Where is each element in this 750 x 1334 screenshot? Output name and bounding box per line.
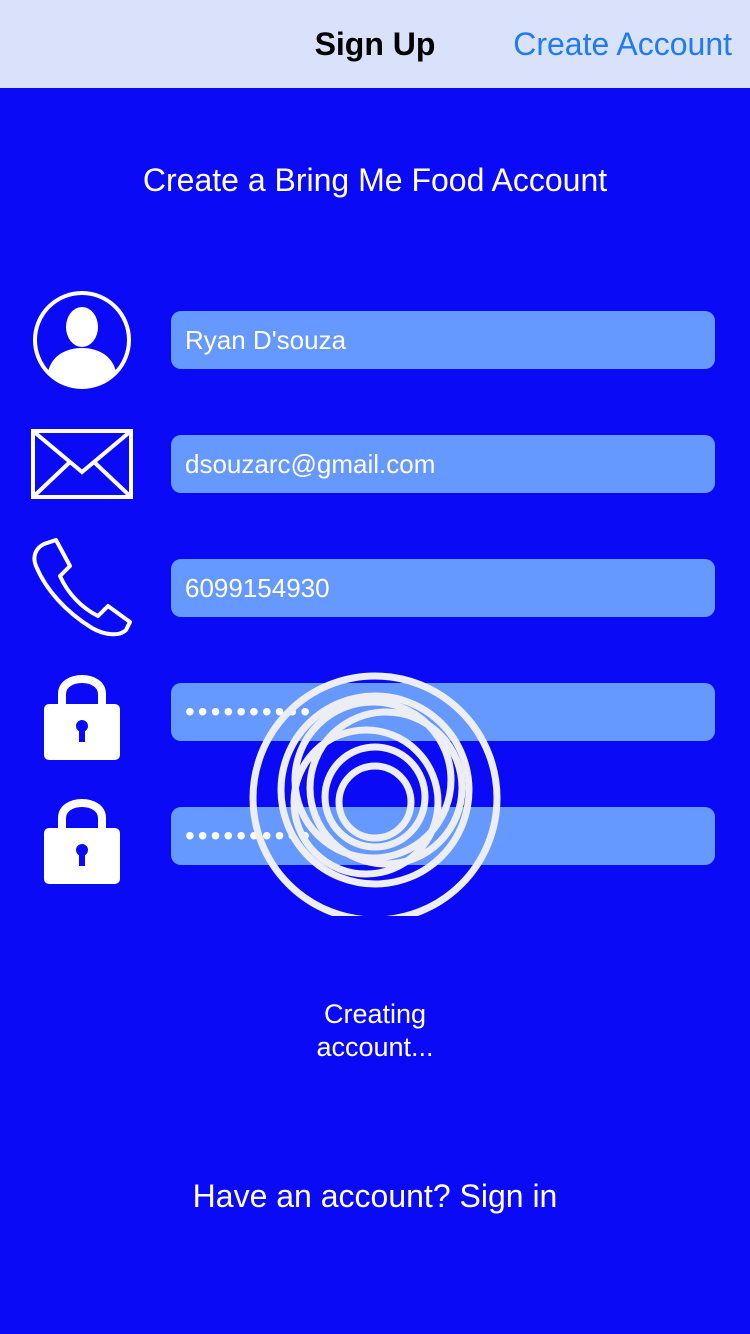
name-input[interactable]: Ryan D'souza xyxy=(171,311,715,369)
loading-spinner-icon xyxy=(249,672,501,916)
sign-in-link[interactable]: Have an account? Sign in xyxy=(0,1176,750,1216)
create-account-button[interactable]: Create Account xyxy=(513,24,732,64)
loading-status-text: Creating account... xyxy=(275,998,475,1064)
navigation-bar: Sign Up Create Account xyxy=(0,0,750,88)
lock-icon xyxy=(44,799,120,884)
lock-icon xyxy=(44,675,120,760)
phone-icon xyxy=(32,538,132,637)
envelope-icon xyxy=(31,429,133,499)
user-avatar-icon xyxy=(33,291,131,389)
loading-status-line: account... xyxy=(316,1032,434,1062)
phone-input[interactable]: 6099154930 xyxy=(171,559,715,617)
email-input[interactable]: dsouzarc@gmail.com xyxy=(171,435,715,493)
loading-status-line: Creating xyxy=(323,999,427,1029)
form-heading: Create a Bring Me Food Account xyxy=(142,162,608,198)
